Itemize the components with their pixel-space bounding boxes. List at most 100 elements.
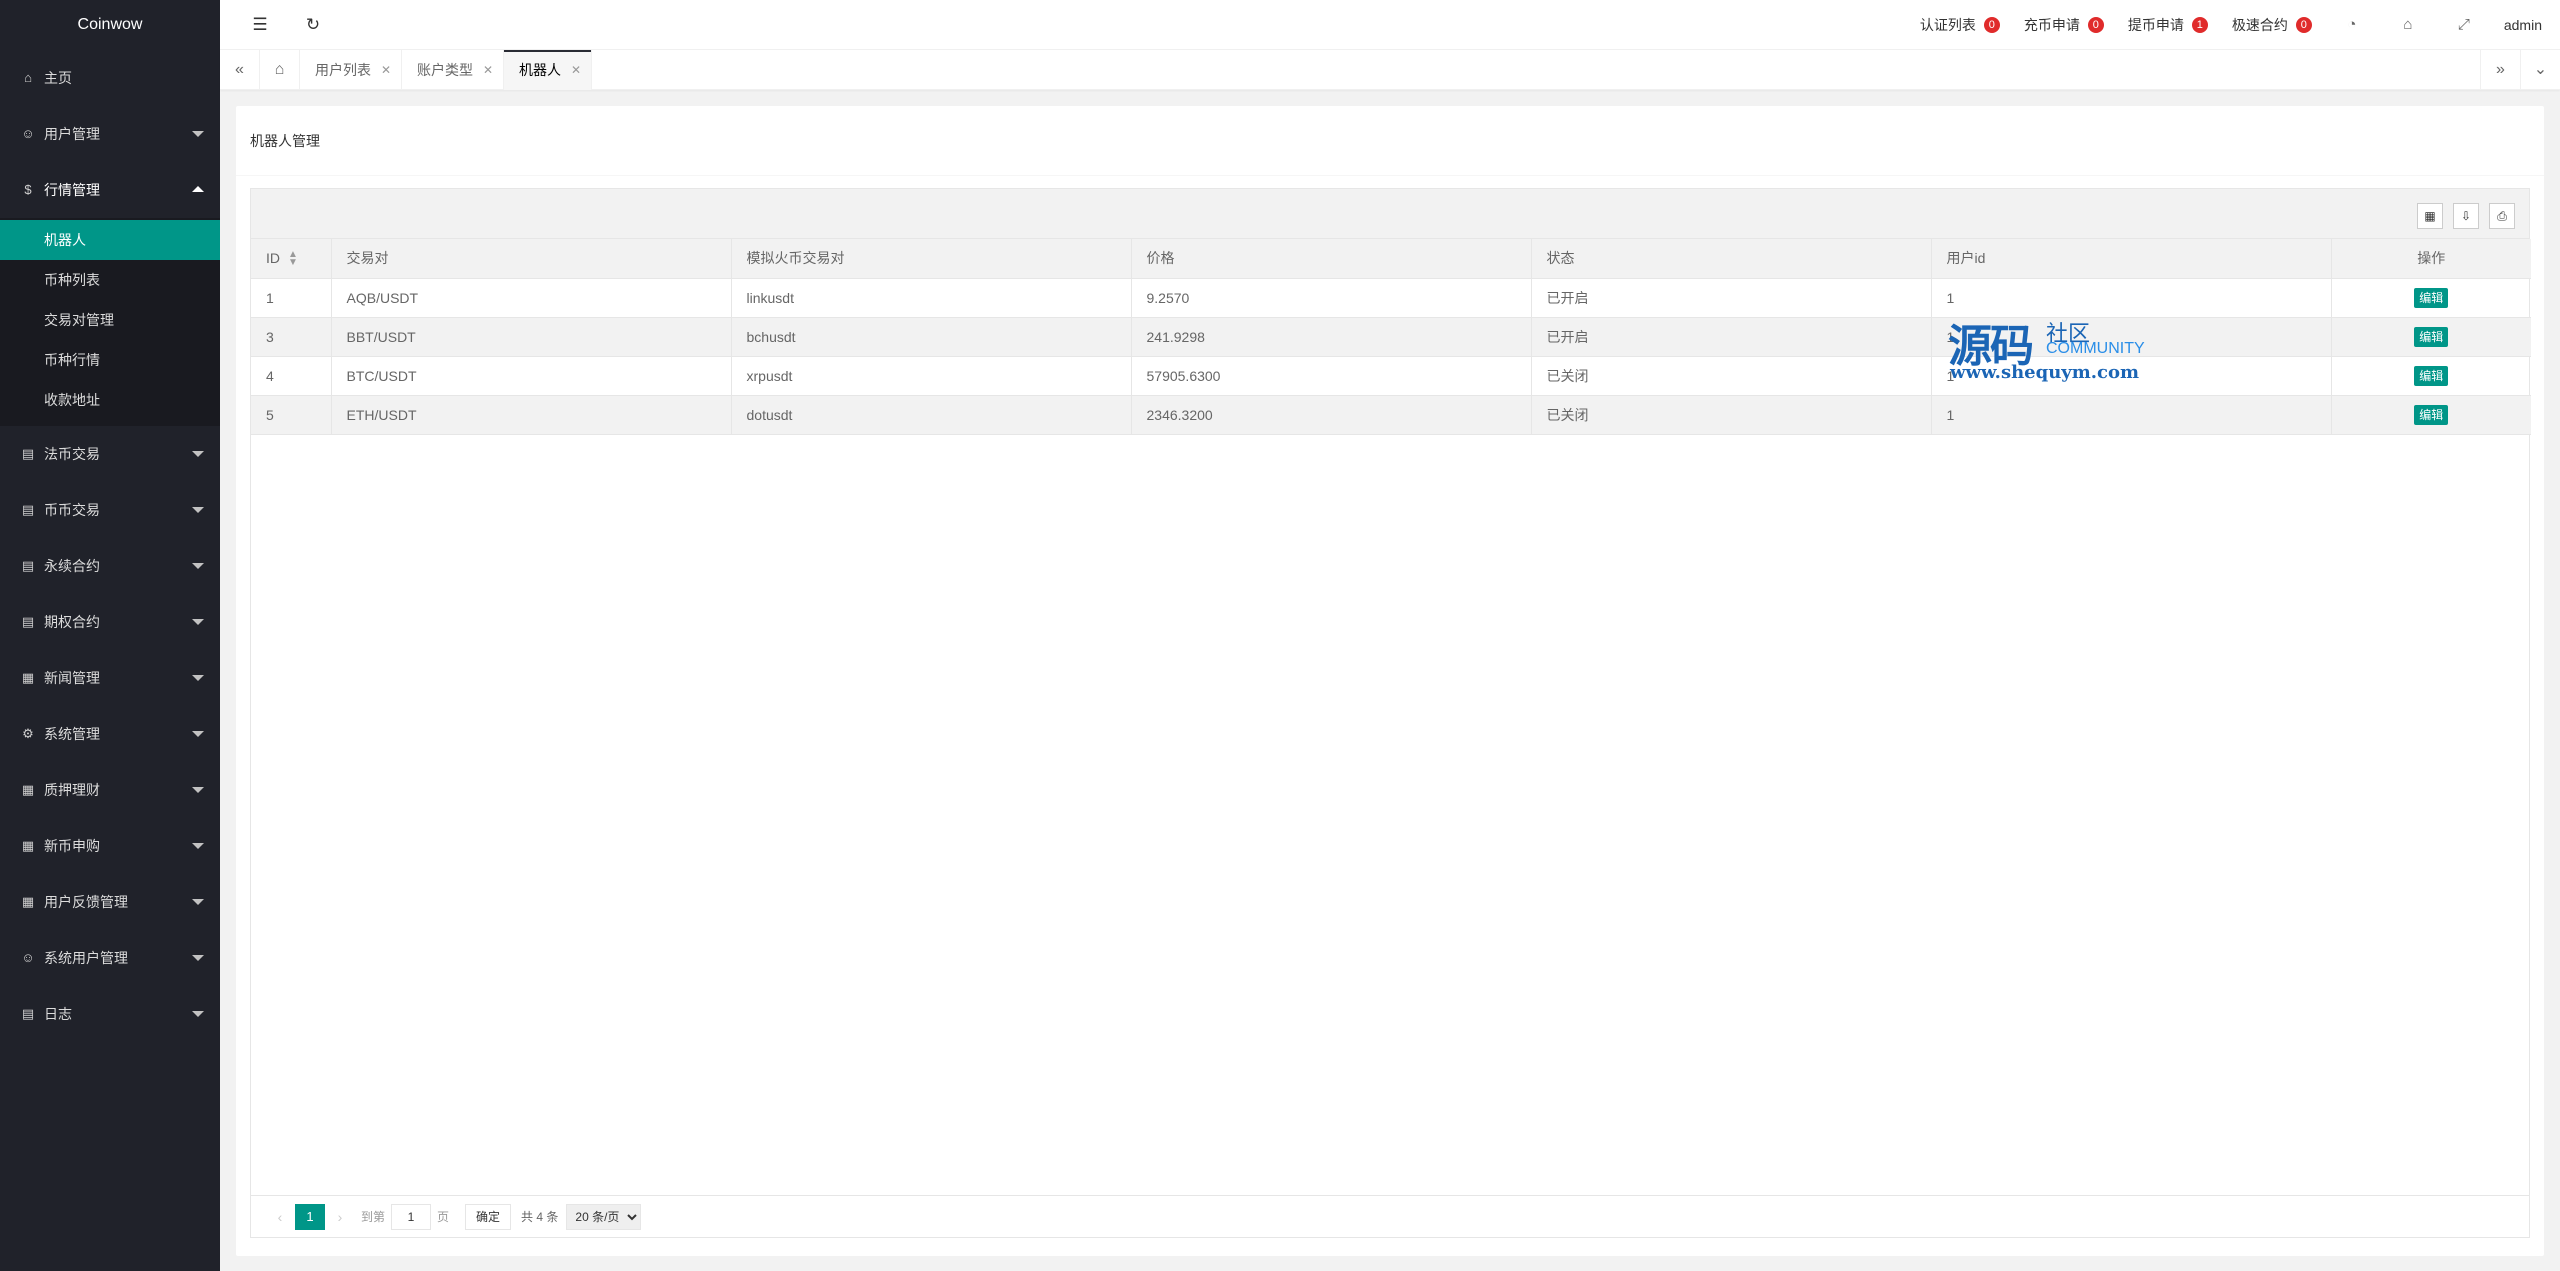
cell-price: 57905.6300 — [1131, 356, 1532, 396]
chevron-down-icon — [192, 675, 204, 681]
cell-status: 已开启 — [1531, 317, 1932, 357]
column-header-label: 模拟火币交易对 — [746, 250, 845, 267]
prev-page-icon[interactable]: ‹ — [265, 1209, 295, 1225]
cell-price: 241.9298 — [1131, 317, 1532, 357]
sidebar-item[interactable]: ▤ 法币交易 — [0, 426, 220, 482]
cell-user-id: 1 — [1931, 278, 2332, 318]
cell-user-id: 1 — [1931, 317, 2332, 357]
column-header-label: 价格 — [1146, 250, 1175, 267]
tab-label: 机器人 — [519, 62, 561, 78]
app-logo[interactable]: Coinwow — [0, 0, 220, 50]
sort-icon[interactable]: ▲ ▼ — [288, 249, 298, 267]
edit-button[interactable]: 编辑 — [2414, 287, 2449, 308]
column-header-label: 交易对 — [346, 250, 389, 267]
cell-user-id: 1 — [1931, 356, 2332, 396]
sidebar-item[interactable]: $ 行情管理 — [0, 162, 220, 218]
sidebar-item[interactable]: ▦ 新闻管理 — [0, 650, 220, 706]
cell-sim-pair: xrpusdt — [731, 356, 1132, 396]
admin-user-menu[interactable]: admin — [2492, 0, 2560, 50]
sidebar-item-label: 质押理财 — [44, 782, 100, 798]
main-card: 机器人管理 ▦ ⇩ ⎙ ID ▲ ▼ 交易对 模拟火币交易对 价格 状态 用户id 操作 1 AQ… — [236, 106, 2544, 1256]
home-tab-icon[interactable]: ⌂ — [260, 50, 300, 90]
count-badge: 0 — [2087, 17, 2104, 33]
header-link[interactable]: 提币申请 1 — [2116, 0, 2220, 50]
sidebar-item[interactable]: ▦ 新币申购 — [0, 818, 220, 874]
sidebar-submenu: 机器人 币种列表 交易对管理 币种行情 收款地址 — [0, 218, 220, 426]
file-icon: ▤ — [21, 558, 35, 573]
sidebar-subitem[interactable]: 收款地址 — [0, 380, 220, 420]
edit-button[interactable]: 编辑 — [2414, 365, 2449, 386]
goto-label: 到第 — [361, 1210, 386, 1224]
export-icon[interactable]: ⇩ — [2453, 203, 2479, 229]
tabs-menu-chevron-down-icon[interactable]: ⌄ — [2520, 50, 2560, 90]
confirm-page-button[interactable]: 确定 — [465, 1203, 512, 1230]
cell-price: 2346.3200 — [1131, 395, 1532, 435]
header-link-label: 提币申请 — [2127, 17, 2184, 33]
close-icon[interactable]: ✕ — [381, 50, 391, 90]
close-icon[interactable]: ✕ — [483, 50, 493, 90]
chevron-down-icon — [192, 955, 204, 961]
column-header: 状态 — [1531, 239, 1932, 279]
header-link[interactable]: 充币申请 0 — [2012, 0, 2116, 50]
sidebar-item-label: 用户反馈管理 — [44, 894, 128, 910]
theme-icon[interactable]: ◔ — [2324, 0, 2380, 50]
sidebar-item-label: 系统管理 — [44, 726, 100, 742]
cell-id: 5 — [251, 395, 332, 435]
sidebar-item[interactable]: ▦ 质押理财 — [0, 762, 220, 818]
sidebar-subitem[interactable]: 币种行情 — [0, 340, 220, 380]
sidebar-item[interactable]: ▤ 期权合约 — [0, 594, 220, 650]
chevron-down-icon — [192, 843, 204, 849]
sidebar-item[interactable]: ▤ 日志 — [0, 986, 220, 1042]
header-link[interactable]: 极速合约 0 — [2220, 0, 2324, 50]
print-icon[interactable]: ⎙ — [2489, 203, 2515, 229]
sidebar-item[interactable]: ☺ 用户管理 — [0, 106, 220, 162]
next-page-icon[interactable]: › — [325, 1209, 355, 1225]
edit-button[interactable]: 编辑 — [2414, 404, 2449, 425]
page-title: 机器人管理 — [236, 106, 2544, 176]
tab[interactable]: 用户列表 ✕ — [300, 50, 402, 90]
cell-action: 编辑 — [2331, 395, 2531, 435]
news-icon: ▦ — [21, 670, 35, 685]
sidebar-item[interactable]: ▦ 用户反馈管理 — [0, 874, 220, 930]
cell-status: 已关闭 — [1531, 356, 1932, 396]
sidebar-item[interactable]: ☺ 系统用户管理 — [0, 930, 220, 986]
sidebar-subitem[interactable]: 机器人 — [0, 220, 220, 260]
sidebar-subitem[interactable]: 交易对管理 — [0, 300, 220, 340]
sidebar-item-label: 期权合约 — [44, 614, 100, 630]
column-header: 交易对 — [331, 239, 732, 279]
sidebar-item-label: 永续合约 — [44, 558, 100, 574]
tabs-right-icon[interactable]: » — [2480, 50, 2520, 90]
tab[interactable]: 机器人 ✕ — [504, 50, 592, 90]
table-row: 5 ETH/USDT dotusdt 2346.3200 已关闭 1 编辑 — [251, 395, 2531, 435]
page-number-input[interactable] — [391, 1203, 432, 1230]
cell-sim-pair: linkusdt — [731, 278, 1132, 318]
sidebar-item[interactable]: ⌂ 主页 — [0, 50, 220, 106]
refresh-icon[interactable]: ↻ — [293, 0, 333, 50]
fullscreen-icon[interactable]: ⤢ — [2436, 0, 2492, 50]
edit-button[interactable]: 编辑 — [2414, 326, 2449, 347]
sidebar-item-label: 新闻管理 — [44, 670, 100, 686]
menu-toggle-icon[interactable]: ☰ — [240, 0, 280, 50]
news-icon: ▦ — [21, 838, 35, 853]
current-page-button[interactable]: 1 — [295, 1203, 325, 1230]
dollar-icon: $ — [24, 182, 32, 197]
sidebar-item-label: 行情管理 — [44, 182, 100, 198]
tabs-left-icon[interactable]: « — [220, 50, 260, 90]
file-icon: ▤ — [21, 614, 35, 629]
sidebar-item-label: 法币交易 — [44, 446, 100, 462]
sidebar-item-label: 系统用户管理 — [44, 950, 128, 966]
close-icon[interactable]: ✕ — [571, 50, 581, 90]
column-header[interactable]: ID ▲ ▼ — [251, 239, 332, 279]
page-size-select[interactable]: 20 条/页 — [566, 1203, 642, 1230]
tab[interactable]: 账户类型 ✕ — [402, 50, 504, 90]
table-row: 1 AQB/USDT linkusdt 9.2570 已开启 1 编辑 — [251, 278, 2531, 318]
sidebar-item[interactable]: ▤ 永续合约 — [0, 538, 220, 594]
sidebar-item[interactable]: ⚙ 系统管理 — [0, 706, 220, 762]
sidebar-subitem[interactable]: 币种列表 — [0, 260, 220, 300]
tab-label: 账户类型 — [417, 62, 473, 78]
sidebar-item[interactable]: ▤ 币币交易 — [0, 482, 220, 538]
tag-icon[interactable]: ⌂ — [2380, 0, 2436, 50]
page-tabs: « ⌂ 用户列表 ✕ 账户类型 ✕ 机器人 ✕ » ⌄ — [220, 50, 2560, 90]
columns-filter-icon[interactable]: ▦ — [2417, 203, 2443, 229]
header-link[interactable]: 认证列表 0 — [1908, 0, 2012, 50]
